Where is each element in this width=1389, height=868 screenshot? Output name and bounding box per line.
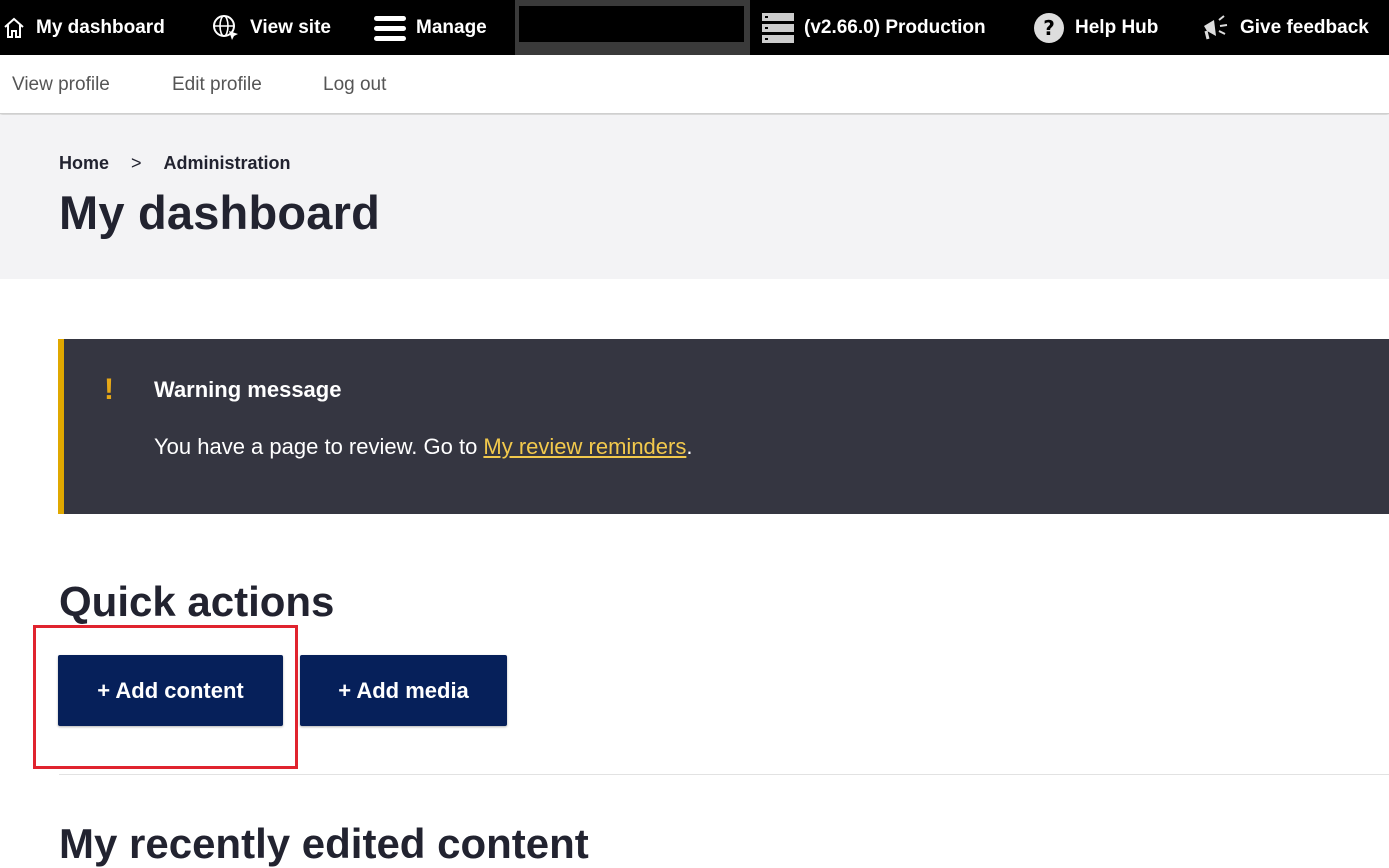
page-header: Home > Administration My dashboard <box>0 115 1389 279</box>
log-out-link[interactable]: Log out <box>323 74 386 96</box>
review-reminders-link[interactable]: My review reminders <box>483 434 686 459</box>
warning-text-end: . <box>686 434 693 459</box>
globe-icon <box>212 14 240 42</box>
toolbar-give-feedback-label: Give feedback <box>1240 16 1369 38</box>
user-tray: View profile Edit profile Log out <box>0 55 1389 114</box>
toolbar-help-hub[interactable]: ? Help Hub <box>1033 0 1158 55</box>
toolbar-view-site[interactable]: View site <box>212 0 331 55</box>
edit-profile-link[interactable]: Edit profile <box>172 74 262 96</box>
question-circle-icon: ? <box>1033 12 1065 44</box>
add-media-button[interactable]: + Add media <box>300 655 507 726</box>
hamburger-menu-icon <box>374 14 406 42</box>
page-title: My dashboard <box>59 186 381 239</box>
warning-message: ! Warning message You have a page to rev… <box>58 339 1389 514</box>
svg-text:?: ? <box>1043 16 1055 40</box>
recent-content-heading: My recently edited content <box>59 820 589 867</box>
warning-icon: ! <box>104 373 114 406</box>
section-divider <box>59 774 1389 775</box>
breadcrumb: Home > Administration <box>59 153 291 174</box>
toolbar-my-dashboard[interactable]: My dashboard <box>2 0 165 55</box>
home-icon <box>2 16 26 40</box>
toolbar-environment[interactable]: (v2.66.0) Production <box>762 0 986 55</box>
toolbar-redacted-field <box>515 0 750 55</box>
breadcrumb-home[interactable]: Home <box>59 153 109 174</box>
toolbar-environment-label: (v2.66.0) Production <box>804 16 986 38</box>
toolbar-manage-label: Manage <box>416 16 487 38</box>
megaphone-icon <box>1200 14 1230 42</box>
toolbar-my-dashboard-label: My dashboard <box>36 16 165 38</box>
toolbar-view-site-label: View site <box>250 16 331 38</box>
highlight-box <box>33 625 298 769</box>
toolbar-help-hub-label: Help Hub <box>1075 16 1159 38</box>
warning-text: You have a page to review. Go to <box>154 434 484 459</box>
breadcrumb-administration[interactable]: Administration <box>164 153 291 174</box>
breadcrumb-separator: > <box>131 153 142 173</box>
toolbar-manage[interactable]: Manage <box>374 0 487 55</box>
view-profile-link[interactable]: View profile <box>12 74 110 96</box>
admin-toolbar: My dashboard View site Manage (v2.66.0) … <box>0 0 1389 55</box>
quick-actions-heading: Quick actions <box>59 578 335 625</box>
server-stack-icon <box>762 12 794 43</box>
warning-title: Warning message <box>154 377 342 402</box>
warning-body: You have a page to review. Go to My revi… <box>154 434 692 460</box>
toolbar-give-feedback[interactable]: Give feedback <box>1200 0 1369 55</box>
